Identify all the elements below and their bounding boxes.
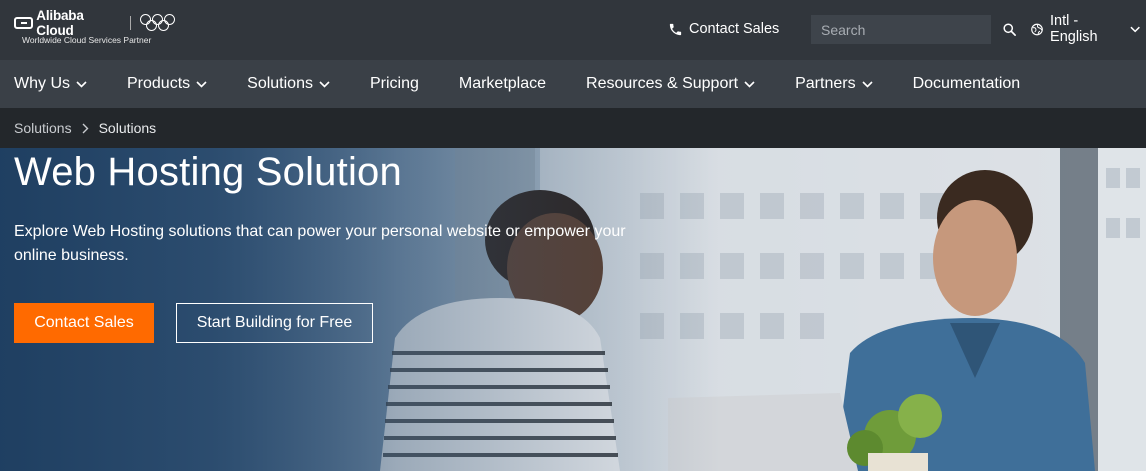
nav-item-documentation[interactable]: Documentation [913,75,1021,93]
breadcrumb-link-solutions[interactable]: Solutions [14,120,72,136]
olympic-rings-icon [139,14,175,32]
chevron-down-icon [196,80,207,88]
logo-subtext: Worldwide Cloud Services Partner [22,35,152,45]
hero-description: Explore Web Hosting solutions that can p… [14,223,626,264]
chevron-down-icon [1130,26,1140,32]
nav-item-why-us[interactable]: Why Us [14,75,87,93]
nav-item-products[interactable]: Products [127,75,207,93]
contact-sales-label: Contact Sales [689,21,780,37]
nav-item-solutions[interactable]: Solutions [247,75,330,93]
nav-item-label: Products [127,75,191,92]
chevron-down-icon [319,80,330,88]
contact-sales-button[interactable]: Contact Sales [14,303,154,343]
nav-item-resources-support[interactable]: Resources & Support [586,75,755,93]
alibaba-cloud-logo[interactable]: Alibaba Cloud Worldwide Cloud Services P… [14,8,175,47]
nav-item-marketplace[interactable]: Marketplace [459,75,546,93]
chevron-down-icon [862,80,873,88]
nav-item-label: Marketplace [458,75,547,92]
logo-mark-icon [14,17,34,29]
breadcrumb-current: Solutions [98,120,157,136]
nav-item-label: Solutions [247,75,313,92]
language-selector[interactable]: Intl - English [1030,13,1146,45]
language-label: Intl - English [1050,13,1098,45]
search-icon[interactable] [1002,15,1017,44]
chevron-right-icon [82,123,89,134]
nav-item-label: Documentation [912,75,1021,92]
phone-icon [669,23,682,35]
nav-item-partners[interactable]: Partners [795,75,873,93]
nav-item-label: Resources & Support [586,75,739,92]
breadcrumb: Solutions Solutions [0,108,1146,148]
nav-item-label: Pricing [369,75,419,92]
nav-item-pricing[interactable]: Pricing [370,75,419,93]
top-bar: Alibaba Cloud Worldwide Cloud Services P… [0,0,1146,60]
hero-banner: Web Hosting Solution Explore Web Hosting… [0,148,1146,471]
logo-divider [129,16,131,30]
contact-sales-link[interactable]: Contact Sales [668,19,779,39]
chevron-down-icon [76,80,87,88]
nav-item-label: Why Us [14,75,70,92]
nav-item-label: Partners [795,75,856,92]
start-building-button[interactable]: Start Building for Free [176,303,373,343]
chevron-down-icon [744,80,755,88]
main-nav: Why Us Products Solutions Pricing Market… [0,60,1146,108]
search-input[interactable] [811,15,1002,44]
hero-title: Web Hosting Solution [14,150,402,194]
globe-icon [1031,23,1043,35]
logo-text: Alibaba Cloud [36,8,84,38]
search-box [811,15,1016,44]
